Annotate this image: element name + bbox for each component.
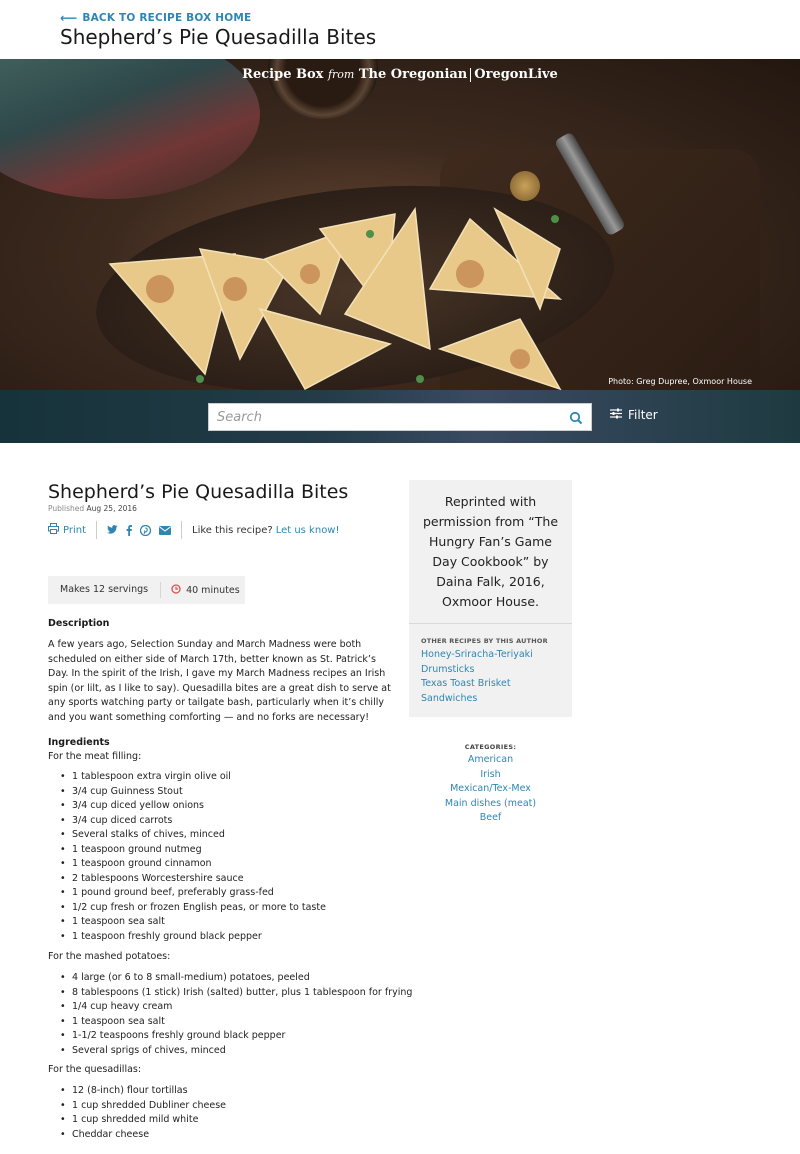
facebook-icon[interactable] xyxy=(126,524,133,536)
recipe-stats: Makes 12 servings 40 minutes xyxy=(48,576,245,604)
share-icons xyxy=(97,521,183,539)
ingredient-item: 1 teaspoon sea salt xyxy=(60,1015,412,1030)
categories-list: American Irish Mexican/Tex-Mex Main dish… xyxy=(409,753,572,826)
ingredient-item: Cheddar cheese xyxy=(60,1128,226,1143)
published-date: Aug 25, 2016 xyxy=(86,504,137,513)
filter-button[interactable]: Filter xyxy=(610,408,658,422)
ingredient-group-label: For the meat filling: xyxy=(48,751,142,762)
ingredient-item: 1 teaspoon sea salt xyxy=(60,915,326,930)
other-recipe-link[interactable]: Texas Toast Brisket Sandwiches xyxy=(421,677,566,706)
category-link[interactable]: Mexican/Tex-Mex xyxy=(409,782,572,797)
ingredient-item: Several stalks of chives, minced xyxy=(60,828,326,843)
cook-time: 40 minutes xyxy=(161,583,240,597)
ingredient-list-potatoes: 4 large (or 6 to 8 small-medium) potatoe… xyxy=(60,971,412,1058)
hero-image: Recipe Box from The Oregonian OregonLive … xyxy=(0,59,800,390)
published-info: Published Aug 25, 2016 xyxy=(48,504,137,513)
category-link[interactable]: American xyxy=(409,753,572,768)
email-icon[interactable] xyxy=(159,525,172,535)
recipe-actions: Print Like this recipe? Let us know! xyxy=(48,521,340,539)
ingredient-item: 2 tablespoons Worcestershire sauce xyxy=(60,872,326,887)
category-link[interactable]: Beef xyxy=(409,811,572,826)
ingredient-item: 1 teaspoon ground nutmeg xyxy=(60,843,326,858)
photo-credit: Photo: Greg Dupree, Oxmoor House xyxy=(608,377,752,386)
back-link-label: BACK TO RECIPE BOX HOME xyxy=(82,12,252,24)
description-heading: Description xyxy=(48,618,110,629)
ingredient-group-label: For the mashed potatoes: xyxy=(48,951,171,962)
category-link[interactable]: Irish xyxy=(409,768,572,783)
reprint-box: Reprinted with permission from “The Hung… xyxy=(409,480,572,717)
search-box xyxy=(208,403,592,431)
like-prompt: Like this recipe? xyxy=(192,524,273,536)
categories-heading: CATEGORIES: xyxy=(464,743,517,751)
search-input[interactable] xyxy=(209,404,559,430)
ingredient-item: 1/2 cup fresh or frozen English peas, or… xyxy=(60,901,326,916)
ingredient-list-quesadillas: 12 (8-inch) flour tortillas 1 cup shredd… xyxy=(60,1084,226,1142)
quesadilla-photo xyxy=(108,206,563,390)
page-title: Shepherd’s Pie Quesadilla Bites xyxy=(60,25,377,49)
ingredient-item: 4 large (or 6 to 8 small-medium) potatoe… xyxy=(60,971,412,986)
ingredients-heading: Ingredients xyxy=(48,737,110,748)
other-recipe-link[interactable]: Honey-Sriracha-Teriyaki Drumsticks xyxy=(421,648,566,677)
ingredient-item: 1 cup shredded mild white xyxy=(60,1113,226,1128)
filter-label: Filter xyxy=(628,408,658,422)
ingredient-item: 1 pound ground beef, preferably grass-fe… xyxy=(60,886,326,901)
ingredient-item: 1 cup shredded Dubliner cheese xyxy=(60,1099,226,1114)
ingredient-item: 12 (8-inch) flour tortillas xyxy=(60,1084,226,1099)
cook-time-label: 40 minutes xyxy=(186,584,240,596)
other-recipes-list: Honey-Sriracha-Teriyaki Drumsticks Texas… xyxy=(421,648,566,706)
back-to-home-link[interactable]: ⟵ BACK TO RECIPE BOX HOME xyxy=(60,11,251,25)
divider xyxy=(409,623,572,624)
clock-icon xyxy=(171,583,181,597)
ingredient-item: 3/4 cup Guinness Stout xyxy=(60,785,326,800)
ingredient-item: 1-1/2 teaspoons freshly ground black pep… xyxy=(60,1029,412,1044)
ingredient-group-label: For the quesadillas: xyxy=(48,1064,142,1075)
ingredient-item: 1 teaspoon ground cinnamon xyxy=(60,857,326,872)
arrow-left-icon: ⟵ xyxy=(60,11,78,25)
ingredient-item: 3/4 cup diced carrots xyxy=(60,814,326,829)
let-us-know-link[interactable]: Let us know! xyxy=(276,525,340,536)
ingredient-item: 1 tablespoon extra virgin olive oil xyxy=(60,770,326,785)
printer-icon xyxy=(48,523,59,537)
twitter-icon[interactable] xyxy=(107,525,118,535)
servings: Makes 12 servings xyxy=(48,582,162,598)
pinterest-icon[interactable] xyxy=(140,524,152,536)
ingredient-list-meat: 1 tablespoon extra virgin olive oil 3/4 … xyxy=(60,770,326,944)
reprint-notice: Reprinted with permission from “The Hung… xyxy=(422,494,559,609)
other-recipes-heading: OTHER RECIPES BY THIS AUTHOR xyxy=(421,637,548,645)
print-button[interactable]: Print xyxy=(48,521,98,539)
ingredient-item: 8 tablespoons (1 stick) Irish (salted) b… xyxy=(60,986,412,1001)
ingredient-item: 1/4 cup heavy cream xyxy=(60,1000,412,1015)
ingredient-item: 3/4 cup diced yellow onions xyxy=(60,799,326,814)
recipe-description: A few years ago, Selection Sunday and Ma… xyxy=(48,639,391,723)
brand-logo: Recipe Box from The Oregonian OregonLive xyxy=(242,67,558,82)
sliders-icon xyxy=(610,408,622,422)
search-icon[interactable] xyxy=(569,410,583,425)
ingredient-item: 1 teaspoon freshly ground black pepper xyxy=(60,930,326,945)
recipe-title: Shepherd’s Pie Quesadilla Bites xyxy=(48,481,349,503)
search-bar: Filter xyxy=(0,390,800,443)
ingredient-item: Several sprigs of chives, minced xyxy=(60,1044,412,1059)
print-label: Print xyxy=(63,524,87,536)
top-header: ⟵ BACK TO RECIPE BOX HOME Shepherd’s Pie… xyxy=(0,0,800,59)
category-link[interactable]: Main dishes (meat) xyxy=(409,797,572,812)
